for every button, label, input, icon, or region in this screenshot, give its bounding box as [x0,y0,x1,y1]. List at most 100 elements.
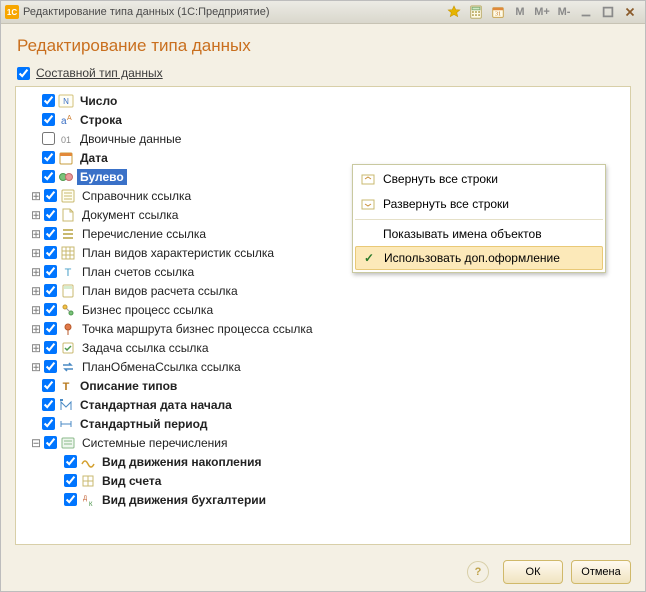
tree-label: Системные перечисления [79,435,231,451]
tree-row-sysenum[interactable]: ⊟ Системные перечисления [20,433,630,452]
tree-label: Булево [77,169,127,185]
expander-icon[interactable]: ⊞ [30,246,42,260]
tree-checkbox[interactable] [42,113,55,126]
favorite-icon[interactable] [444,3,464,21]
tree[interactable]: NЧислоaAСтрока01Двоичные данные Дата Булев… [15,86,631,545]
tree-label: Вид счета [99,473,164,489]
context-menu-label: Показывать имена объектов [383,227,542,241]
bool-icon [58,169,74,185]
tree-checkbox[interactable] [44,246,57,259]
composite-row: Составной тип данных [15,66,631,80]
tree-label: План видов характеристик ссылка [79,245,277,261]
tree-checkbox[interactable] [44,322,57,335]
cancel-button[interactable]: Отмена [571,560,631,584]
calendar-icon[interactable]: 31 [488,3,508,21]
tree-checkbox[interactable] [44,189,57,202]
stddate-icon [58,397,74,413]
tree-checkbox[interactable] [42,151,55,164]
tree-row-acckind[interactable]: Вид счета [20,471,630,490]
context-menu-useextra[interactable]: ✓ Использовать доп.оформление [355,246,603,270]
help-icon[interactable]: ? [467,561,489,583]
tree-label: Вид движения бухгалтерии [99,492,269,508]
composite-checkbox[interactable] [17,67,30,80]
bp-icon [60,302,76,318]
collapse-icon [359,170,377,188]
tree-checkbox[interactable] [64,493,77,506]
tree-label: Вид движения накопления [99,454,264,470]
ok-button[interactable]: ОК [503,560,563,584]
memory-m-button[interactable]: M [510,3,530,21]
svg-text:К: К [89,502,93,508]
tree-row-stddate[interactable]: Стандартная дата начала [20,395,630,414]
context-menu-label: Использовать доп.оформление [384,251,560,265]
tree-checkbox[interactable] [42,398,55,411]
tree-row-tdesc[interactable]: TОписание типов [20,376,630,395]
svg-text:A: A [67,115,72,122]
content: Редактирование типа данных Составной тип… [1,24,645,553]
tree-checkbox[interactable] [44,227,57,240]
expander-icon[interactable]: ⊞ [30,322,42,336]
tree-row-stdper[interactable]: Стандартный период [20,414,630,433]
tree-row-binary[interactable]: 01Двоичные данные [20,129,630,148]
tree-checkbox[interactable] [44,341,57,354]
route-icon [60,321,76,337]
tree-label: Перечисление ссылка [79,226,209,242]
composite-label[interactable]: Составной тип данных [36,66,163,80]
tree-checkbox[interactable] [42,379,55,392]
memory-mminus-button[interactable]: M- [554,3,574,21]
tree-row-number[interactable]: NЧисло [20,91,630,110]
window: 1C Редактирование типа данных (1С:Предпр… [0,0,646,592]
tree-row-task[interactable]: ⊞Задача ссылка ссылка [20,338,630,357]
expander-icon[interactable]: ⊞ [30,284,42,298]
expand-icon [359,195,377,213]
tree-label: ПланОбменаСсылка ссылка [79,359,244,375]
tree-checkbox[interactable] [44,303,57,316]
close-icon[interactable] [620,3,640,21]
expander-icon[interactable]: ⊞ [30,189,42,203]
expander-icon[interactable]: ⊟ [30,436,42,450]
tree-row-pvr[interactable]: ⊞План видов расчета ссылка [20,281,630,300]
accplan-icon: T [60,264,76,280]
tree-checkbox[interactable] [64,474,77,487]
tree-checkbox[interactable] [44,208,57,221]
calculator-icon[interactable] [466,3,486,21]
tree-checkbox[interactable] [44,284,57,297]
maximize-icon[interactable] [598,3,618,21]
svg-text:T: T [65,267,72,279]
tree-checkbox[interactable] [42,94,55,107]
number-icon: N [58,93,74,109]
movkind-icon [80,454,96,470]
tree-checkbox[interactable] [44,265,57,278]
tree-checkbox[interactable] [42,417,55,430]
context-menu-shownames[interactable]: Показывать имена объектов [355,222,603,246]
tree-row-exch[interactable]: ⊞ ПланОбменаСсылка ссылка [20,357,630,376]
memory-mplus-button[interactable]: M+ [532,3,552,21]
expander-icon[interactable]: ⊞ [30,360,42,374]
expander-icon[interactable]: ⊞ [30,341,42,355]
tree-checkbox[interactable] [42,170,55,183]
tree-label: Дата [77,150,111,166]
page-title: Редактирование типа данных [17,36,631,56]
footer: ? ОК Отмена [1,553,645,591]
expander-icon[interactable]: ⊞ [30,208,42,222]
minimize-icon[interactable] [576,3,596,21]
check-icon: ✓ [360,251,378,265]
pvc-icon [60,245,76,261]
tree-checkbox[interactable] [42,132,55,145]
tree-row-string[interactable]: aAСтрока [20,110,630,129]
binary-icon: 01 [58,131,74,147]
tree-checkbox[interactable] [44,436,57,449]
context-menu-expand[interactable]: Развернуть все строки [355,191,603,220]
expander-icon[interactable]: ⊞ [30,303,42,317]
tree-row-buhkind[interactable]: ДКВид движения бухгалтерии [20,490,630,509]
tree-row-movkind[interactable]: Вид движения накопления [20,452,630,471]
expander-icon[interactable]: ⊞ [30,265,42,279]
tree-checkbox[interactable] [44,360,57,373]
context-menu-collapse[interactable]: Свернуть все строки [355,167,603,191]
tree-row-route[interactable]: ⊞Точка маршрута бизнес процесса ссылка [20,319,630,338]
tree-row-bp[interactable]: ⊞Бизнес процесс ссылка [20,300,630,319]
string-icon: aA [58,112,74,128]
expander-icon[interactable]: ⊞ [30,227,42,241]
tree-checkbox[interactable] [64,455,77,468]
svg-text:01: 01 [61,135,71,145]
